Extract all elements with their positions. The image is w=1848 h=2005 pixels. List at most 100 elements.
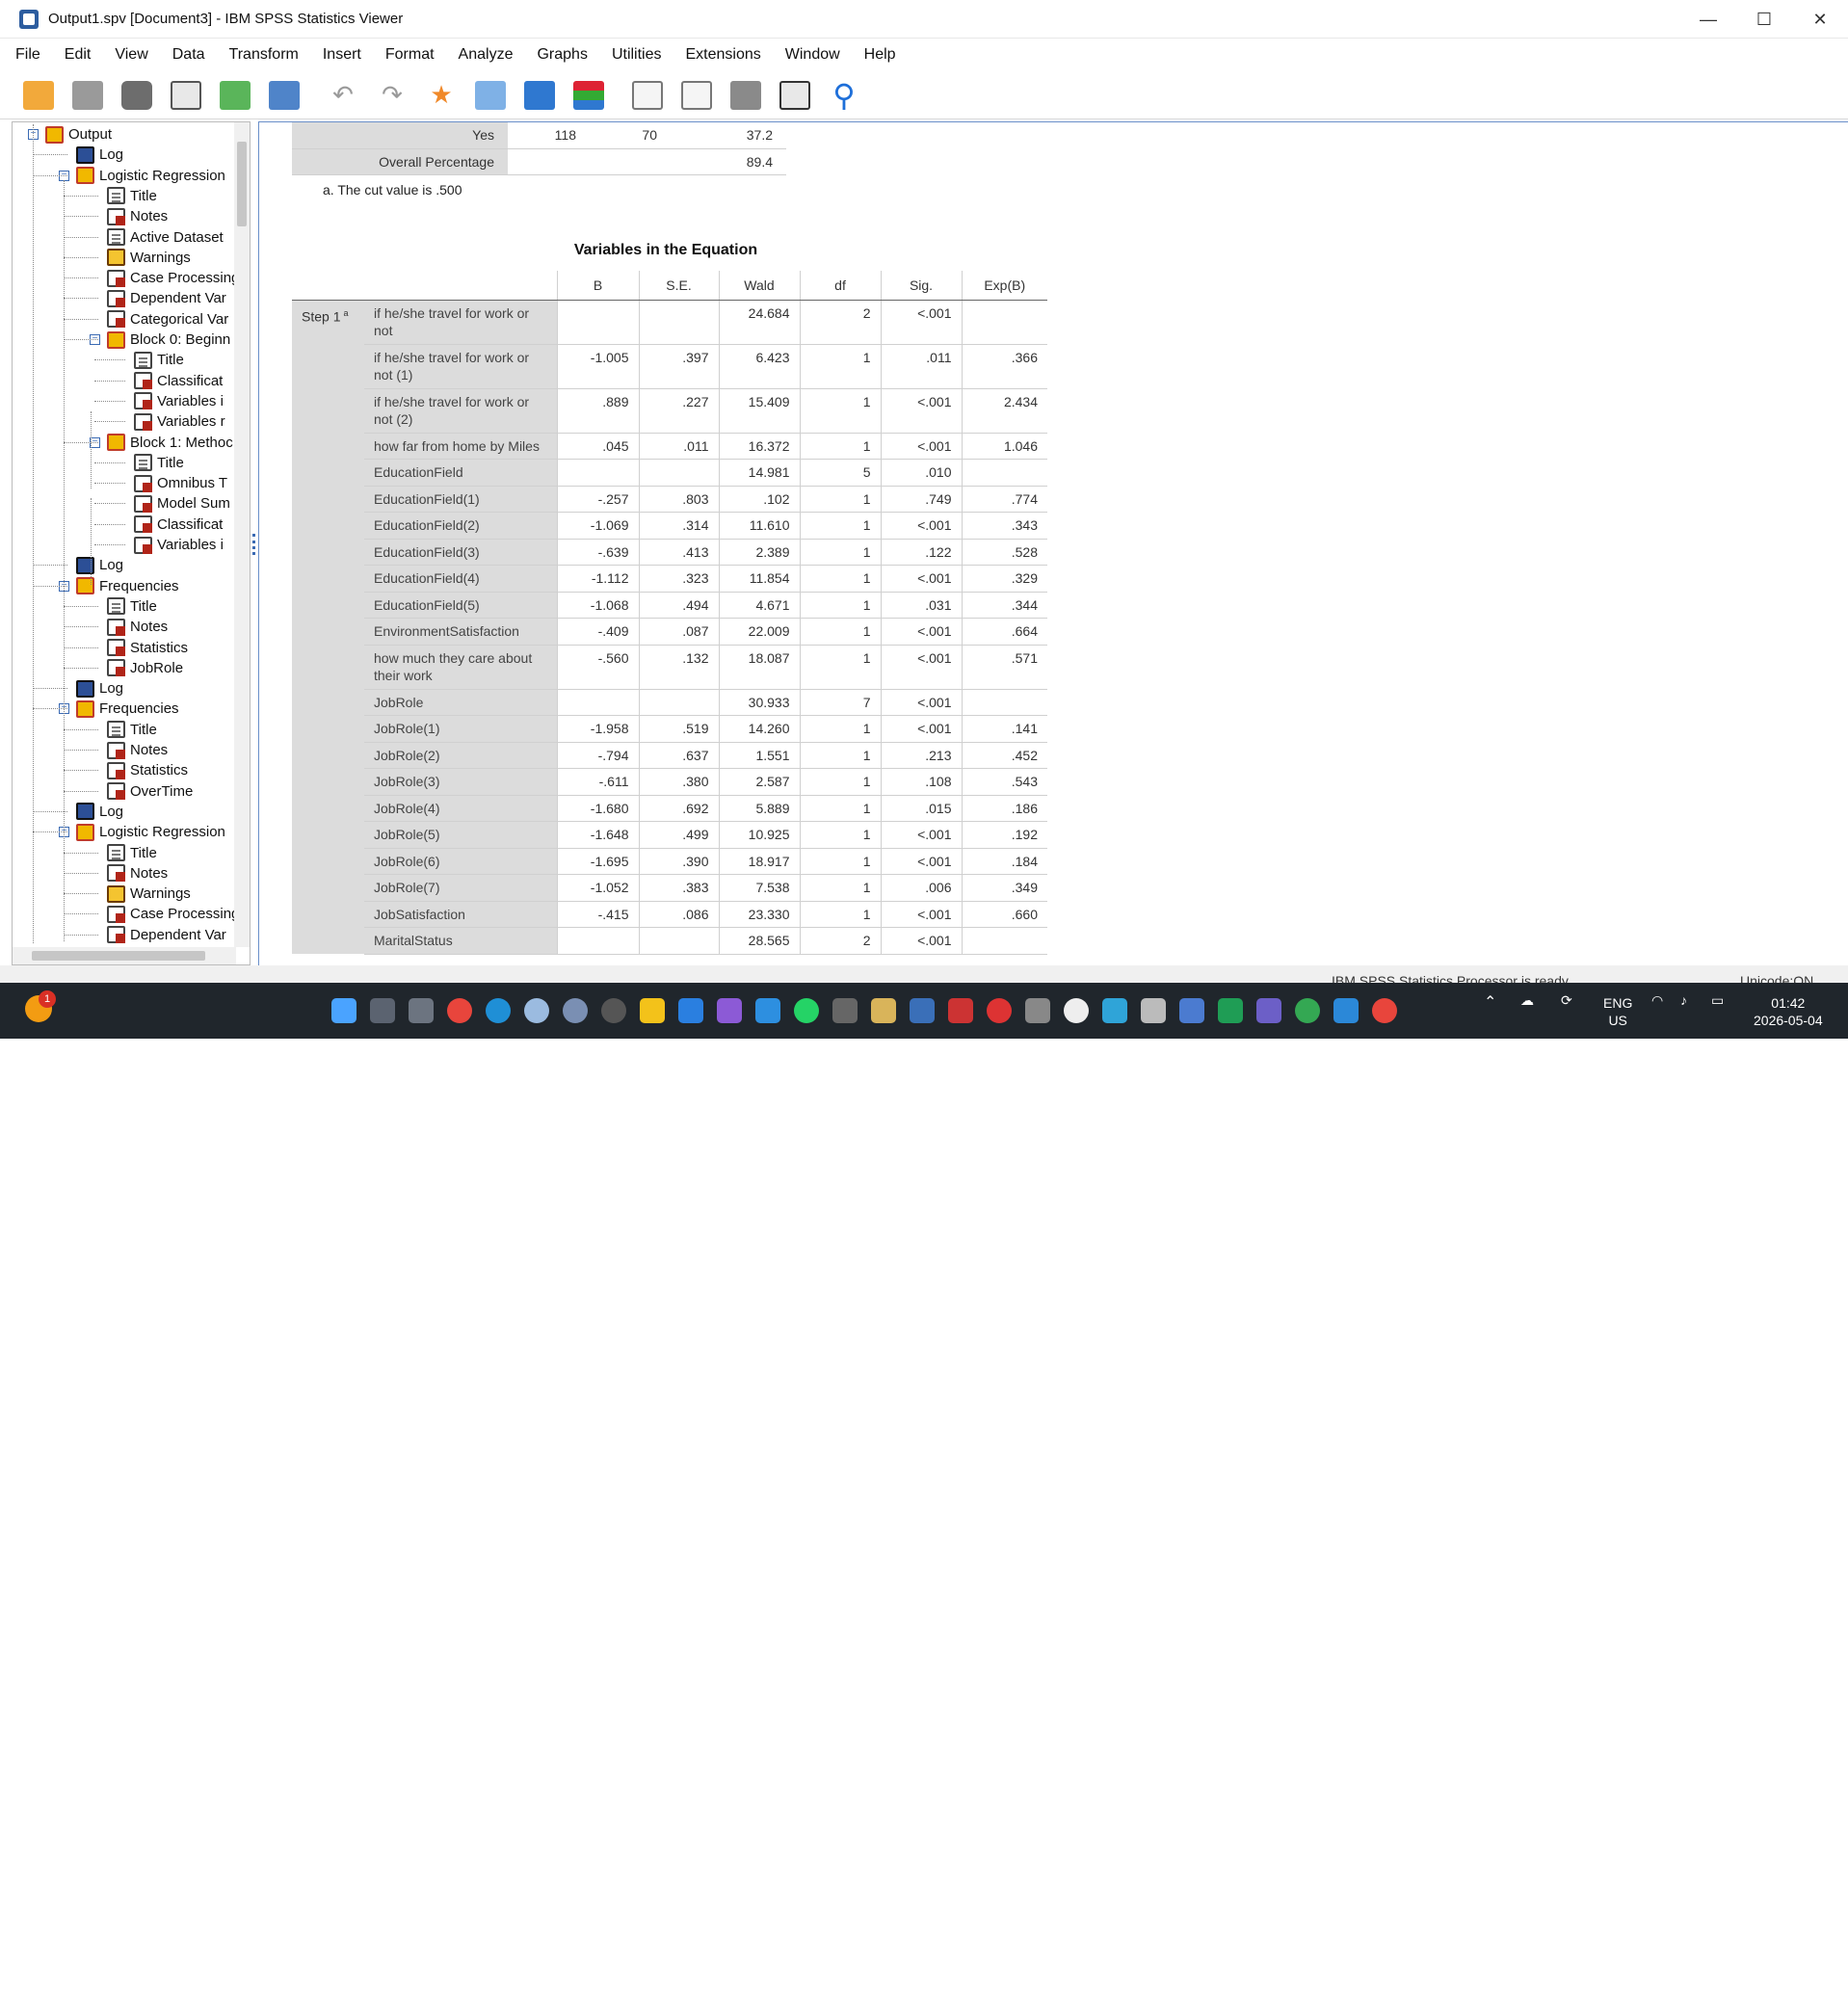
insert-output-icon[interactable]: [677, 76, 716, 115]
outline-item[interactable]: Omnibus T: [134, 473, 227, 493]
volume-icon[interactable]: ♪: [1680, 992, 1687, 1008]
app-icon[interactable]: [678, 998, 703, 1023]
variables-in-equation-table[interactable]: B S.E. Wald df Sig. Exp(B) Step 1 a if he/…: [292, 271, 1047, 955]
outline-item[interactable]: JobRole: [107, 658, 183, 678]
app-icon[interactable]: [948, 998, 973, 1023]
outline-item[interactable]: Log: [76, 555, 123, 575]
outline-item[interactable]: Variables i: [134, 391, 224, 411]
app-icon[interactable]: [832, 998, 858, 1023]
redo-icon[interactable]: ↷: [373, 76, 411, 115]
close-button[interactable]: ✕: [1792, 0, 1848, 39]
goto-data-icon[interactable]: ★: [422, 76, 461, 115]
contents-vertical-scrollbar[interactable]: [1833, 122, 1848, 965]
outline-item[interactable]: Statistics: [107, 638, 188, 658]
outline-item[interactable]: Notes: [107, 206, 168, 226]
save-icon[interactable]: [68, 76, 107, 115]
start-icon[interactable]: [331, 998, 356, 1023]
app-icon[interactable]: [1179, 998, 1204, 1023]
edge-icon[interactable]: [486, 998, 511, 1023]
outline-horizontal-scrollbar[interactable]: [13, 947, 236, 964]
onedrive-icon[interactable]: ☁: [1520, 992, 1534, 1009]
outline-item[interactable]: Warnings: [107, 248, 191, 268]
print-icon[interactable]: [118, 76, 156, 115]
outline-item[interactable]: Dependent Var: [107, 925, 226, 945]
app-icon[interactable]: [1102, 998, 1127, 1023]
outline-item[interactable]: Case Processing: [107, 268, 239, 288]
outline-item[interactable]: Statistics: [107, 760, 188, 780]
outline-item[interactable]: Log: [76, 678, 123, 699]
menu-help[interactable]: Help: [864, 46, 896, 64]
outline-item[interactable]: Block 0: Beginn: [107, 330, 230, 350]
outline-item[interactable]: Notes: [107, 740, 168, 760]
search-taskbar-icon[interactable]: [370, 998, 395, 1023]
outline-item[interactable]: Block 1: Methoc: [107, 433, 233, 453]
export-icon[interactable]: [216, 76, 254, 115]
pane-splitter[interactable]: [252, 534, 256, 555]
print-preview-icon[interactable]: [167, 76, 205, 115]
tray-chevron-icon[interactable]: ⌃: [1484, 992, 1496, 1012]
spss-taskbar-icon[interactable]: [524, 998, 549, 1023]
chrome-icon[interactable]: [447, 998, 472, 1023]
outline-item[interactable]: Log: [76, 145, 123, 165]
app-icon[interactable]: [1025, 998, 1050, 1023]
outline-item[interactable]: Title: [134, 350, 184, 370]
menu-analyze[interactable]: Analyze: [459, 46, 514, 64]
recall-dialog-icon[interactable]: [265, 76, 304, 115]
undo-icon[interactable]: ↶: [324, 76, 362, 115]
outline-item[interactable]: Warnings: [107, 884, 191, 904]
outline-item[interactable]: Title: [107, 720, 157, 740]
outline-item[interactable]: Notes: [107, 617, 168, 637]
menu-window[interactable]: Window: [785, 46, 840, 64]
outline-item[interactable]: Frequencies: [76, 699, 179, 719]
outline-item[interactable]: Title: [134, 453, 184, 473]
outline-item[interactable]: Logistic Regression: [76, 822, 225, 842]
app-icon[interactable]: [871, 998, 896, 1023]
outline-item[interactable]: Case Processing: [107, 904, 239, 924]
outline-item[interactable]: Title: [107, 596, 157, 617]
outline-item[interactable]: Title: [107, 186, 157, 206]
outline-item[interactable]: Classificat: [134, 371, 223, 391]
task-view-icon[interactable]: [409, 998, 434, 1023]
outline-item[interactable]: Variables r: [134, 411, 225, 432]
outline-item[interactable]: Categorical Var: [107, 309, 228, 330]
goto-case-icon[interactable]: [471, 76, 510, 115]
sync-icon[interactable]: ⟳: [1561, 992, 1572, 1009]
outline-item[interactable]: Variables i: [134, 535, 224, 555]
menu-file[interactable]: File: [15, 46, 40, 64]
app-icon[interactable]: [910, 998, 935, 1023]
minimize-button[interactable]: —: [1680, 0, 1736, 39]
select-cases-icon[interactable]: [569, 76, 608, 115]
outline-item[interactable]: Title: [107, 843, 157, 863]
menu-edit[interactable]: Edit: [65, 46, 92, 64]
battery-icon[interactable]: ▭: [1711, 992, 1724, 1009]
open-icon[interactable]: [19, 76, 58, 115]
visual-studio-icon[interactable]: [717, 998, 742, 1023]
vscode-icon[interactable]: [755, 998, 780, 1023]
search-icon[interactable]: ⚲: [825, 76, 863, 115]
language-indicator[interactable]: ENG US: [1603, 994, 1632, 1029]
menu-data[interactable]: Data: [172, 46, 205, 64]
menu-format[interactable]: Format: [385, 46, 435, 64]
variables-icon[interactable]: [520, 76, 559, 115]
menu-transform[interactable]: Transform: [229, 46, 299, 64]
wifi-icon[interactable]: ◠: [1651, 992, 1663, 1009]
menu-insert[interactable]: Insert: [323, 46, 361, 64]
whatsapp-icon[interactable]: [794, 998, 819, 1023]
menu-view[interactable]: View: [115, 46, 147, 64]
app-icon[interactable]: [987, 998, 1012, 1023]
r-icon[interactable]: [563, 998, 588, 1023]
excel-icon[interactable]: [1218, 998, 1243, 1023]
chrome-icon[interactable]: [1372, 998, 1397, 1023]
maximize-button[interactable]: ☐: [1736, 0, 1792, 39]
outline-vertical-scrollbar[interactable]: [234, 122, 250, 947]
menu-extensions[interactable]: Extensions: [686, 46, 761, 64]
clock[interactable]: 01:42 2026-05-04: [1754, 994, 1823, 1029]
outline-item[interactable]: Active Dataset: [107, 227, 224, 248]
outline-item[interactable]: Classificat: [134, 514, 223, 535]
app-icon[interactable]: [1141, 998, 1166, 1023]
outline-item[interactable]: Notes: [107, 863, 168, 884]
outline-item[interactable]: Dependent Var: [107, 288, 226, 308]
teams-icon[interactable]: [1256, 998, 1281, 1023]
designate-window-icon[interactable]: [726, 76, 765, 115]
chrome-icon[interactable]: [1295, 998, 1320, 1023]
